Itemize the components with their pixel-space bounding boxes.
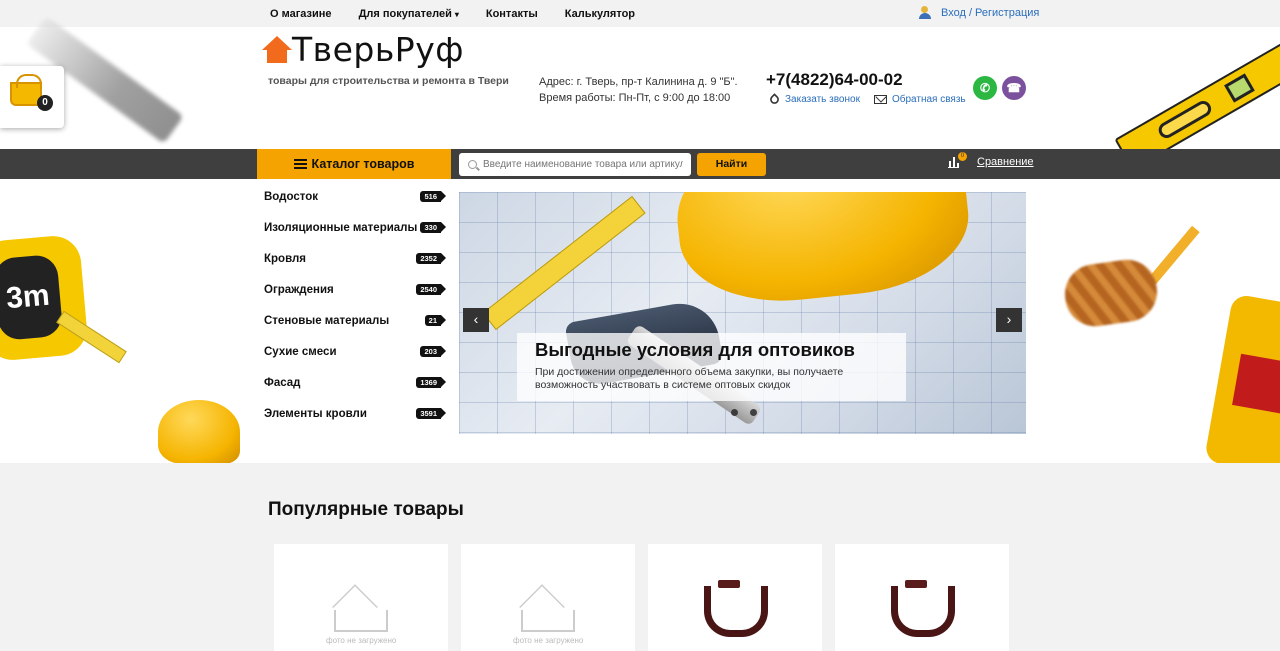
cart-count-badge: 0 — [37, 95, 53, 111]
paint-roller-decoration — [1061, 255, 1161, 331]
menu-icon — [293, 159, 307, 169]
category-label: Ограждения — [264, 283, 334, 296]
gutter-bracket-image — [891, 580, 955, 637]
popular-title: Популярные товары — [268, 499, 464, 520]
category-label: Элементы кровли — [264, 407, 367, 420]
helmet-decoration — [158, 400, 240, 464]
product-card[interactable] — [648, 544, 822, 651]
no-photo-text: фото не загружено — [513, 636, 584, 645]
roller-handle-decoration — [1148, 225, 1200, 285]
address-line: Адрес: г. Тверь, пр-т Калинина д. 9 "Б". — [539, 76, 738, 88]
slider-dot[interactable] — [750, 409, 757, 416]
nav-about[interactable]: О магазине — [270, 8, 332, 20]
category-label: Кровля — [264, 252, 307, 265]
top-nav: О магазине Для покупателей ▾ Контакты Кал… — [270, 0, 662, 27]
user-icon — [918, 6, 932, 20]
floating-cart[interactable]: 0 — [0, 66, 64, 128]
nav-contacts[interactable]: Контакты — [486, 8, 538, 20]
gutter-bracket-image — [704, 580, 768, 637]
compare-icon: 0 — [948, 151, 967, 168]
category-item-insulation[interactable]: Изоляционные материалы 330 — [264, 212, 446, 243]
working-hours: Время работы: Пн-Пт, с 9:00 до 18:00 — [539, 92, 731, 104]
compare-count-badge: 0 — [958, 151, 967, 161]
category-label: Водосток — [264, 190, 319, 203]
category-item-dry-mixes[interactable]: Сухие смеси 203 — [264, 336, 446, 367]
search-icon — [468, 160, 477, 169]
login-link[interactable]: Вход / Регистрация — [918, 6, 1039, 20]
nav-for-buyers[interactable]: Для покупателей ▾ — [359, 8, 459, 20]
search-input[interactable] — [483, 159, 683, 170]
category-sidebar: Водосток 516 Изоляционные материалы 330 Кр… — [264, 181, 447, 429]
slider-prev-button[interactable]: ‹ — [463, 308, 489, 332]
logo-name: ТверьРуф — [292, 30, 464, 69]
catalog-button[interactable]: Каталог товаров — [257, 149, 451, 179]
category-item-roofing[interactable]: Кровля 2352 — [264, 243, 446, 274]
feedback-link[interactable]: Обратная связь — [892, 94, 966, 105]
social-links: ✆ ☎ — [973, 76, 1026, 100]
category-count-badge: 2352 — [416, 253, 446, 264]
category-count-badge: 203 — [420, 346, 446, 357]
catalog-label: Каталог товаров — [311, 157, 415, 171]
category-count-badge: 330 — [420, 222, 446, 233]
category-label: Стеновые материалы — [264, 314, 390, 327]
slide-description: При достижении определенного объема заку… — [535, 366, 844, 391]
no-photo-icon — [513, 584, 579, 634]
slider-next-button[interactable]: › — [996, 308, 1022, 332]
category-count-badge: 3591 — [416, 408, 446, 419]
slide-caption: Выгодные условия для оптовиков При дости… — [517, 333, 906, 401]
popular-section — [0, 463, 1280, 651]
category-label: Изоляционные материалы — [264, 221, 418, 234]
phone-number[interactable]: +7(4822)64-00-02 — [766, 70, 903, 90]
category-item-fences[interactable]: Ограждения 2540 — [264, 274, 446, 305]
slider-dot[interactable] — [731, 409, 738, 416]
nav-for-buyers-label: Для покупателей — [358, 7, 452, 20]
login-label: Вход / Регистрация — [941, 7, 1040, 19]
promo-slider: Выгодные условия для оптовиков При дости… — [459, 192, 1026, 434]
logo-tagline: товары для строительства и ремонта в Тве… — [268, 75, 509, 87]
no-photo-text: фото не загружено — [326, 636, 397, 645]
mail-icon — [873, 95, 887, 104]
category-item-drainage[interactable]: Водосток 516 — [264, 181, 446, 212]
top-bar: О магазине Для покупателей ▾ Контакты Кал… — [0, 0, 1280, 27]
category-count-badge: 21 — [424, 315, 447, 326]
compare-link[interactable]: 0 Сравнение — [948, 151, 1034, 168]
compare-label: Сравнение — [977, 156, 1034, 168]
category-count-badge: 2540 — [416, 284, 446, 295]
category-item-facade[interactable]: Фасад 1369 — [264, 367, 446, 398]
phone-icon — [768, 93, 781, 106]
contact-links: Заказать звонок Обратная связь — [768, 93, 966, 106]
viber-icon[interactable]: ☎ — [1002, 76, 1026, 100]
tape-measure-decoration: 3m — [0, 233, 90, 363]
callback-link[interactable]: Заказать звонок — [785, 94, 860, 105]
category-item-roof-elements[interactable]: Элементы кровли 3591 — [264, 398, 446, 429]
product-card[interactable] — [835, 544, 1009, 651]
product-card[interactable]: фото не загружено — [274, 544, 448, 651]
category-label: Сухие смеси — [264, 345, 337, 358]
no-photo-icon — [326, 584, 392, 634]
category-count-badge: 516 — [420, 191, 446, 202]
category-count-badge: 1369 — [416, 377, 446, 388]
search-button[interactable]: Найти — [697, 153, 766, 176]
site-logo[interactable]: ТверьРуф товары для строительства и ремо… — [262, 30, 509, 92]
house-logo-icon — [262, 36, 292, 64]
search-box — [459, 153, 691, 176]
nav-calculator[interactable]: Калькулятор — [565, 8, 635, 20]
slider-dots — [731, 409, 757, 416]
store-address: Адрес: г. Тверь, пр-т Калинина д. 9 "Б".… — [539, 74, 738, 106]
product-box-decoration — [1203, 293, 1280, 477]
product-card[interactable]: фото не загружено — [461, 544, 635, 651]
whatsapp-icon[interactable]: ✆ — [973, 76, 997, 100]
category-item-wall-materials[interactable]: Стеновые материалы 21 — [264, 305, 447, 336]
chevron-down-icon: ▾ — [454, 9, 459, 19]
category-label: Фасад — [264, 376, 301, 389]
slide-title: Выгодные условия для оптовиков — [535, 339, 855, 360]
